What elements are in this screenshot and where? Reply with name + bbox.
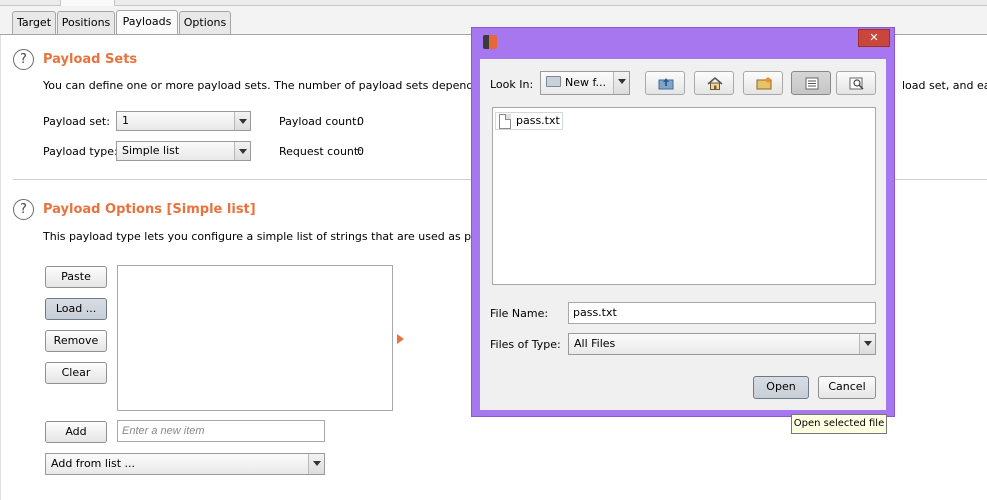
open-button[interactable]: Open: [753, 376, 809, 399]
request-count-value: 0: [357, 145, 364, 158]
open-file-dialog: ✕ Look In: New f... pass.txt File Name: …: [471, 27, 895, 417]
new-folder-icon: [756, 77, 772, 90]
dialog-titlebar[interactable]: ✕: [472, 28, 894, 54]
clear-button[interactable]: Clear: [45, 362, 107, 384]
details-view-button[interactable]: [836, 71, 876, 95]
file-name-input[interactable]: pass.txt: [568, 302, 876, 324]
look-in-value: New f...: [565, 76, 607, 89]
payload-type-label: Payload type:: [43, 145, 118, 158]
tab-positions[interactable]: Positions: [57, 11, 115, 34]
up-one-level-icon: [658, 78, 674, 90]
close-button[interactable]: ✕: [858, 29, 890, 47]
new-folder-button[interactable]: [743, 71, 783, 95]
payload-sets-title: Payload Sets: [43, 52, 138, 67]
file-item[interactable]: pass.txt: [495, 112, 563, 130]
payload-count-label: Payload count:: [279, 115, 361, 128]
file-name-label: File Name:: [490, 307, 549, 320]
chevron-down-icon: [613, 72, 629, 94]
add-from-list-value: Add from list ...: [51, 457, 136, 470]
tab-target[interactable]: Target: [12, 11, 56, 34]
load-button[interactable]: Load ...: [45, 298, 107, 320]
folder-icon: [546, 76, 561, 87]
add-button[interactable]: Add: [45, 421, 107, 443]
add-from-list-select[interactable]: Add from list ...: [45, 453, 325, 475]
open-button-tooltip: Open selected file: [791, 414, 887, 434]
file-item-name: pass.txt: [516, 114, 560, 127]
chevron-down-icon: [308, 454, 324, 474]
paste-button[interactable]: Paste: [45, 266, 107, 288]
details-view-icon: [849, 77, 864, 90]
add-item-input[interactable]: [117, 420, 325, 442]
chevron-down-icon: [859, 334, 875, 354]
look-in-select[interactable]: New f...: [540, 71, 630, 95]
payload-set-label: Payload set:: [43, 115, 110, 128]
files-of-type-select[interactable]: All Files: [568, 333, 876, 355]
payload-options-description: This payload type lets you configure a s…: [43, 230, 518, 243]
burp-app-icon: [483, 35, 497, 49]
payload-options-title: Payload Options [Simple list]: [43, 202, 256, 217]
tab-options[interactable]: Options: [179, 11, 231, 34]
home-button[interactable]: [694, 71, 734, 95]
file-list[interactable]: pass.txt: [492, 107, 876, 285]
outer-tab-selected[interactable]: [60, 0, 115, 6]
payload-count-value: 0: [357, 115, 364, 128]
chevron-down-icon: [234, 142, 250, 160]
payload-type-value: Simple list: [122, 144, 180, 157]
outer-tab-bar: [0, 0, 987, 6]
payload-sets-description: You can define one or more payload sets.…: [43, 79, 529, 92]
expand-arrow-icon[interactable]: [397, 334, 404, 344]
home-icon: [707, 77, 723, 90]
up-one-level-button[interactable]: [645, 71, 685, 95]
request-count-label: Request count:: [279, 145, 362, 158]
dialog-body: Look In: New f... pass.txt File Name: pa…: [480, 59, 886, 410]
tab-payloads[interactable]: Payloads: [116, 10, 178, 35]
chevron-down-icon: [234, 112, 250, 130]
payload-set-value: 1: [122, 114, 129, 127]
payload-set-select[interactable]: 1: [116, 111, 251, 131]
payload-type-select[interactable]: Simple list: [116, 141, 251, 161]
list-view-icon: [805, 77, 819, 90]
cancel-button[interactable]: Cancel: [818, 376, 876, 399]
payload-sets-description-tail: load set, and each p: [902, 79, 987, 92]
look-in-label: Look In:: [490, 78, 534, 91]
help-icon[interactable]: ?: [13, 199, 34, 220]
payload-list[interactable]: [117, 265, 393, 411]
document-icon: [499, 114, 511, 129]
files-of-type-label: Files of Type:: [490, 338, 561, 351]
help-icon[interactable]: ?: [13, 49, 34, 70]
remove-button[interactable]: Remove: [45, 330, 107, 352]
files-of-type-value: All Files: [574, 337, 616, 350]
list-view-button[interactable]: [791, 71, 831, 95]
